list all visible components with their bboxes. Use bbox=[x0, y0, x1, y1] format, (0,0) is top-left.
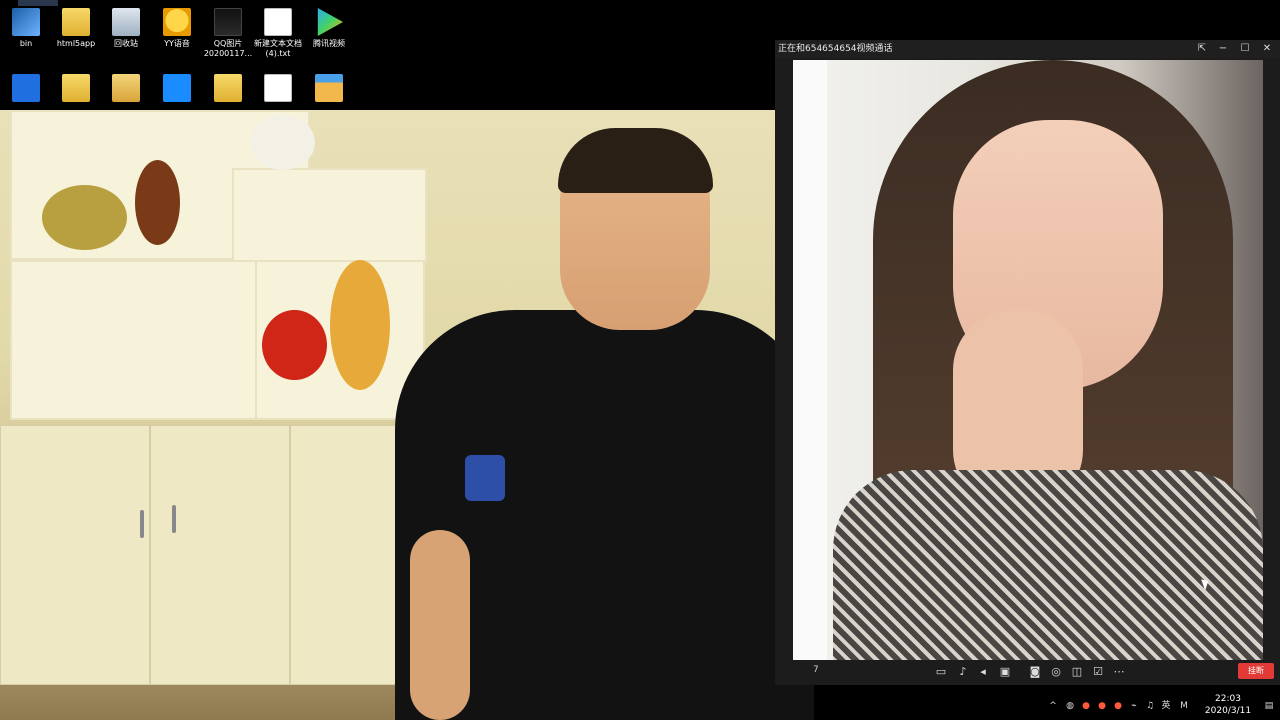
wps-icon bbox=[12, 74, 40, 102]
call-titlebar[interactable]: 正在和654654654视频通话 ⇱ − ☐ ✕ bbox=[775, 40, 1280, 58]
yy-voice-icon bbox=[163, 8, 191, 36]
desktop-icon-yy[interactable]: YY语音 bbox=[151, 8, 203, 49]
desktop-icon-label: 腾讯视频 bbox=[313, 39, 345, 48]
more-icon[interactable]: ⋯ bbox=[1111, 665, 1127, 679]
archive-icon bbox=[315, 74, 343, 102]
ime-mode[interactable]: M bbox=[1177, 700, 1191, 712]
decor-object bbox=[135, 160, 180, 245]
clock-date[interactable]: 2020/3/11 bbox=[1198, 706, 1258, 716]
window-light bbox=[793, 60, 827, 660]
call-controls-bar: 7 ▭ ♪ ◂ ▣ ◙ ◎ ◫ ☑ ⋯ 挂断 bbox=[775, 660, 1280, 685]
tray-app-icon[interactable]: ● bbox=[1080, 700, 1092, 712]
folder-icon bbox=[62, 8, 90, 36]
desktop-icon-label: 新建文本文档 (4).txt bbox=[254, 39, 302, 58]
minimize-icon[interactable]: − bbox=[1212, 40, 1234, 58]
text-file-icon bbox=[264, 74, 292, 102]
pin-icon[interactable]: ⇱ bbox=[1191, 40, 1213, 58]
layout-icon[interactable]: ◫ bbox=[1069, 665, 1085, 679]
clock-time[interactable]: 22:03 bbox=[1208, 694, 1248, 704]
desktop-icon-recycle-bin[interactable]: 回收站 bbox=[100, 8, 152, 49]
screen-share-icon[interactable]: ▭ bbox=[933, 665, 949, 679]
desktop-icon-html5app[interactable]: html5app bbox=[50, 8, 102, 49]
person-app-icon bbox=[12, 8, 40, 36]
folder-icon bbox=[62, 74, 90, 102]
ime-language[interactable]: 英 bbox=[1159, 700, 1173, 712]
image-file-icon bbox=[214, 8, 242, 36]
desktop-icon-wps[interactable] bbox=[0, 74, 52, 105]
maximize-icon[interactable]: ☐ bbox=[1234, 40, 1256, 58]
system-tray: ^ ◍ ● ● ● ⌁ ♫ 英 M 22:03 2020/3/11 ▤ bbox=[1040, 692, 1280, 720]
whiteboard-icon[interactable]: ☑ bbox=[1090, 665, 1106, 679]
desktop-icon-label: YY语音 bbox=[164, 39, 190, 48]
wifi-icon[interactable]: ⌁ bbox=[1128, 700, 1140, 712]
shelf bbox=[232, 168, 427, 263]
remote-person-blouse bbox=[833, 470, 1263, 660]
recycle-bin-icon bbox=[112, 8, 140, 36]
person-hair bbox=[558, 128, 713, 193]
volume-icon[interactable]: ♫ bbox=[1144, 700, 1156, 712]
desktop-icon-tencent-video[interactable]: 腾讯视频 bbox=[303, 8, 355, 49]
cabinet-door bbox=[0, 425, 150, 685]
desktop-icon-user-folder[interactable] bbox=[100, 74, 152, 105]
decor-object bbox=[262, 310, 327, 380]
desktop-icon-qq-image[interactable]: QQ图片 20200117... bbox=[202, 8, 254, 59]
desktop-icon-text-file-2[interactable] bbox=[252, 74, 304, 105]
text-file-icon bbox=[264, 8, 292, 36]
notification-icon[interactable]: ▤ bbox=[1262, 700, 1276, 712]
tray-app-icon[interactable]: ● bbox=[1096, 700, 1108, 712]
teamviewer-icon bbox=[163, 74, 191, 102]
record-icon[interactable]: ◎ bbox=[1048, 665, 1064, 679]
person-arm bbox=[410, 530, 470, 720]
decor-object bbox=[330, 260, 390, 390]
desktop-icon-label: QQ图片 20200117... bbox=[203, 39, 253, 58]
tray-app-icon[interactable]: ● bbox=[1112, 700, 1124, 712]
desktop-icon-folder-3[interactable] bbox=[202, 74, 254, 105]
tray-expand-chevron-icon[interactable]: ^ bbox=[1048, 700, 1058, 712]
network-app-icon[interactable]: ◍ bbox=[1064, 700, 1076, 712]
decor-object bbox=[42, 185, 127, 250]
desktop-icon-label: bin bbox=[19, 39, 33, 48]
selection-highlight bbox=[18, 0, 58, 6]
desktop-icon-label: 回收站 bbox=[114, 39, 138, 48]
cabinet-handle bbox=[140, 510, 144, 538]
desktop: bin html5app 回收站 YY语音 QQ图片 20200117... 新… bbox=[0, 0, 1280, 720]
remote-video-feed bbox=[793, 60, 1263, 660]
shirt-logo bbox=[465, 455, 505, 501]
speaker-icon[interactable]: ◂ bbox=[975, 665, 991, 679]
desktop-icon-label: html5app bbox=[56, 39, 96, 48]
folder-icon bbox=[214, 74, 242, 102]
shelf bbox=[10, 260, 260, 420]
desktop-icon-teamviewer[interactable] bbox=[151, 74, 203, 105]
camera-icon[interactable]: ▣ bbox=[997, 665, 1013, 679]
desktop-icon-archive[interactable] bbox=[303, 74, 355, 105]
close-icon[interactable]: ✕ bbox=[1256, 40, 1278, 58]
call-title: 正在和654654654视频通话 bbox=[778, 44, 893, 54]
local-video-feed bbox=[0, 110, 814, 720]
desktop-icon-text-file[interactable]: 新建文本文档 (4).txt bbox=[252, 8, 304, 59]
decor-object bbox=[250, 115, 315, 170]
desktop-icon-folder-2[interactable] bbox=[50, 74, 102, 105]
desktop-icon-bin[interactable]: bin bbox=[0, 8, 52, 49]
snapshot-icon[interactable]: ◙ bbox=[1027, 665, 1043, 679]
hangup-button[interactable]: 挂断 bbox=[1238, 663, 1274, 679]
tencent-video-icon bbox=[317, 8, 343, 36]
user-folder-icon bbox=[112, 74, 140, 102]
cabinet-door bbox=[150, 425, 290, 685]
call-counter: 7 bbox=[813, 665, 819, 675]
cabinet-handle bbox=[172, 505, 176, 533]
microphone-icon[interactable]: ♪ bbox=[955, 665, 971, 679]
